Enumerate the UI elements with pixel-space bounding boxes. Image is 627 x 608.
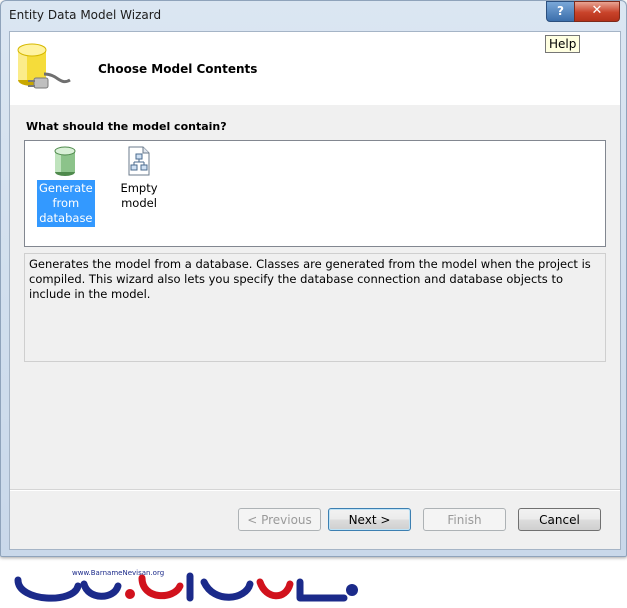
option-label: Empty model — [120, 181, 158, 210]
model-contents-list[interactable]: Generate from database Empty model — [24, 140, 606, 247]
option-description: Generates the model from a database. Cla… — [24, 253, 606, 362]
wizard-window: Entity Data Model Wizard ? ✕ Choose Mode… — [0, 0, 627, 557]
close-icon: ✕ — [591, 3, 603, 18]
empty-model-icon — [128, 146, 150, 176]
barnamenevisan-logo: www.BarnameNevisan.org — [14, 569, 358, 602]
watermark-url: www.BarnameNevisan.org — [72, 569, 164, 577]
help-tooltip: Help — [545, 35, 581, 53]
close-button[interactable]: ✕ — [574, 1, 620, 22]
title-bar[interactable]: Entity Data Model Wizard ? ✕ — [1, 1, 626, 31]
wizard-header: Choose Model Contents Help — [10, 32, 620, 105]
window-title: Entity Data Model Wizard — [9, 8, 162, 22]
previous-button[interactable]: < Previous — [238, 508, 321, 531]
option-generate-from-database[interactable]: Generate from database — [37, 145, 95, 227]
finish-button[interactable]: Finish — [423, 508, 506, 531]
model-contents-question: What should the model contain? — [26, 120, 227, 133]
cancel-button[interactable]: Cancel — [518, 508, 601, 531]
next-button[interactable]: Next > — [328, 508, 411, 531]
help-title-button[interactable]: ? — [546, 1, 575, 22]
option-empty-model[interactable]: Empty model — [99, 145, 179, 212]
option-label: Generate from database — [37, 180, 95, 227]
database-icon — [54, 146, 76, 176]
question-mark-icon: ? — [557, 4, 564, 18]
footer-divider — [10, 489, 620, 491]
page-title: Choose Model Contents — [98, 62, 258, 76]
database-plug-icon — [17, 43, 71, 89]
wizard-body: Choose Model Contents Help What should t… — [9, 31, 621, 550]
